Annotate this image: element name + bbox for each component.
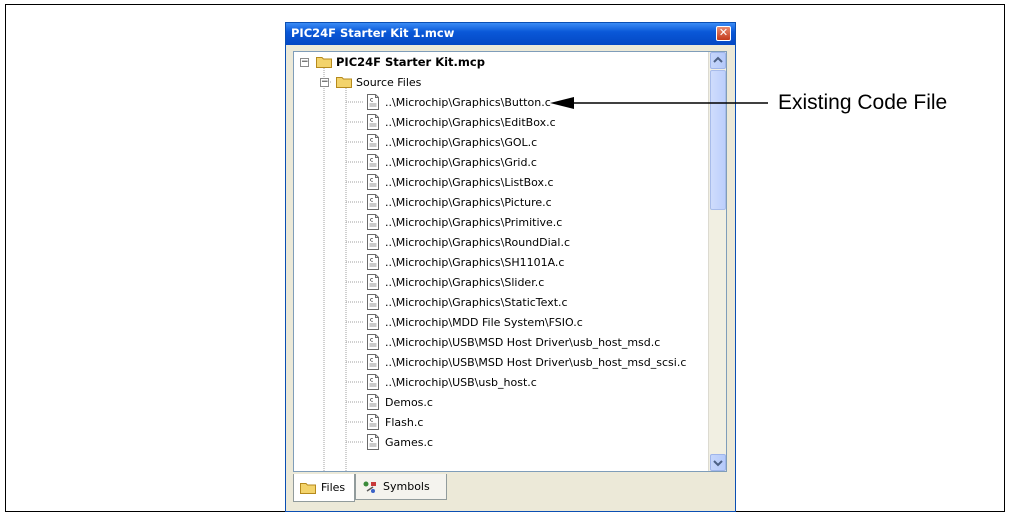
callout-label: Existing Code File [778, 91, 948, 114]
callout-arrow [550, 97, 768, 109]
